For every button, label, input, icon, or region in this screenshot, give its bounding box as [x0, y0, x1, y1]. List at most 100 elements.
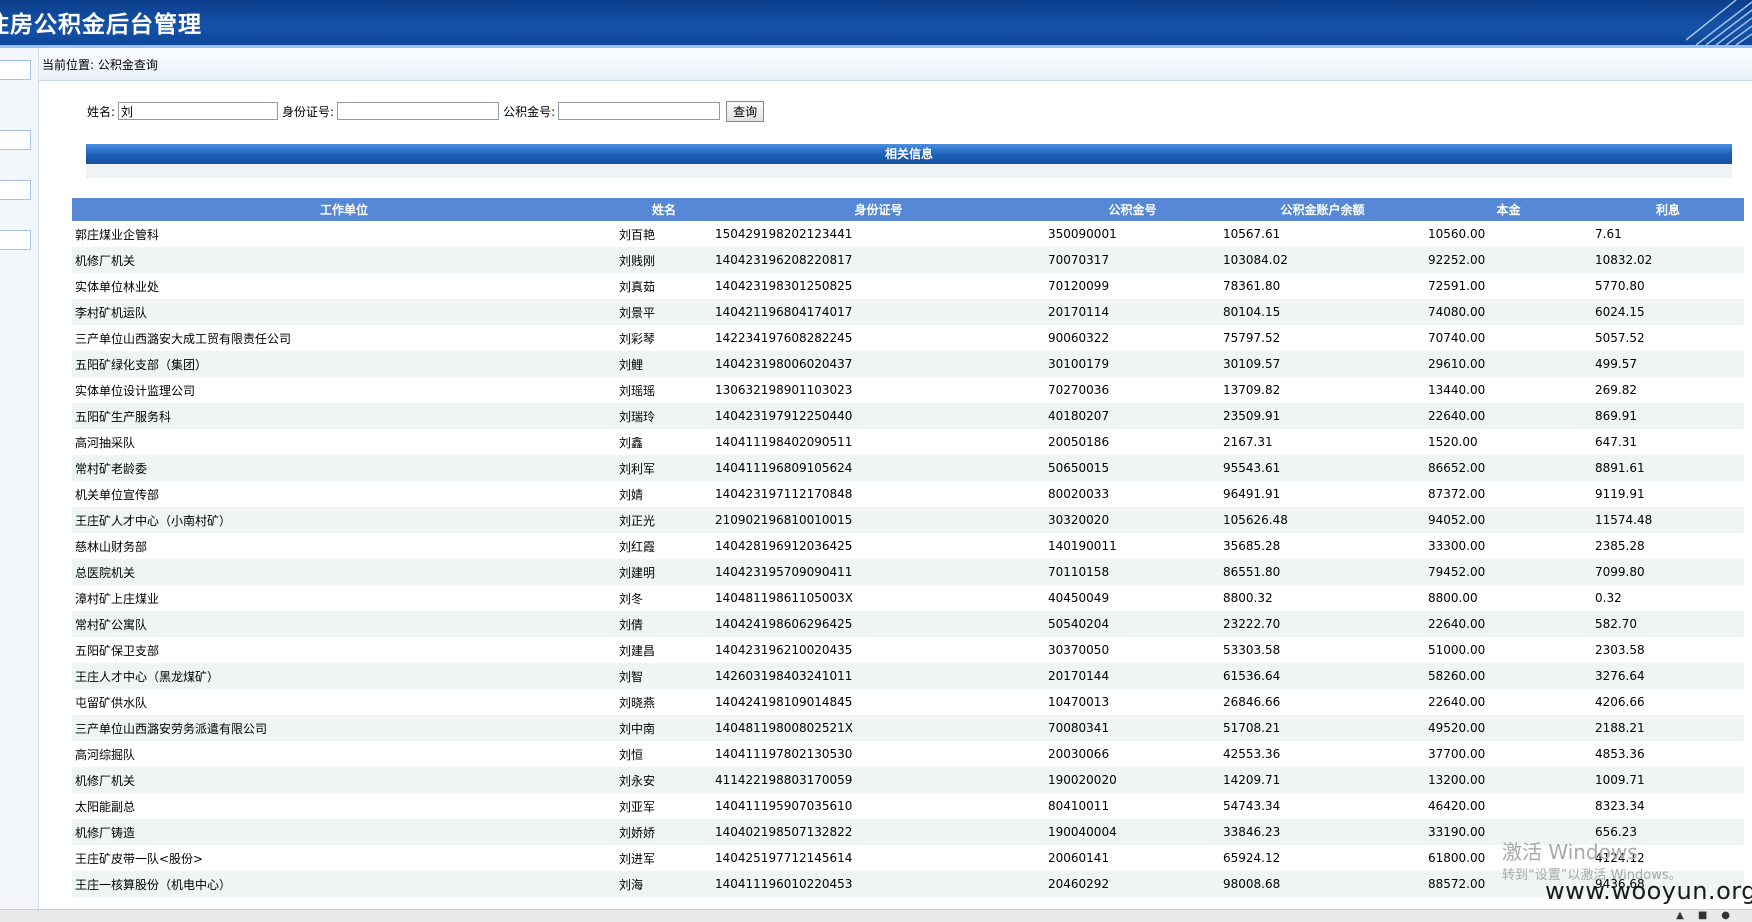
site-watermark: www.wooyun.org — [1545, 877, 1752, 905]
cell-name: 刘中南 — [616, 715, 712, 741]
cell-principal: 72591.00 — [1428, 279, 1486, 293]
table-row: 王庄矿人才中心（小南村矿） 刘正光 210902196810010015 303200… — [72, 507, 1744, 533]
name-input[interactable] — [118, 102, 279, 120]
cell-name: 刘永安 — [616, 767, 712, 793]
cell-work-unit: 机修厂铸造 — [72, 819, 616, 845]
cell-principal: 22640.00 — [1428, 695, 1486, 709]
cell-name: 刘贱刚 — [616, 247, 712, 273]
cell-work-unit: 漳村矿上庄煤业 — [75, 591, 160, 606]
cell-interest: 2303.58 — [1595, 643, 1645, 657]
cell-account-number: 140190011 — [1048, 539, 1117, 553]
cell-work-unit: 五阳矿绿化支部（集团） — [72, 351, 616, 377]
cell-balance: 86551.80 — [1220, 559, 1425, 585]
cell-balance: 42553.36 — [1223, 747, 1281, 761]
id-number-input[interactable] — [337, 102, 500, 120]
account-number-input[interactable] — [558, 102, 721, 120]
cell-interest: 0.32 — [1595, 591, 1622, 605]
cell-balance: 13709.82 — [1223, 383, 1281, 397]
cell-account-number: 20460292 — [1045, 871, 1220, 897]
cell-id-number: 140411196809105624 — [712, 455, 1045, 481]
cell-interest: 2385.28 — [1595, 539, 1645, 553]
table-row: 机修厂机关 刘永安 411422198803170059 190020020 14209… — [72, 767, 1744, 793]
cell-balance: 80104.15 — [1220, 299, 1425, 325]
cell-work-unit: 屯留矿供水队 — [75, 695, 148, 710]
network-icon[interactable]: ■ — [1698, 910, 1707, 921]
corner-decoration — [1686, 0, 1752, 45]
app-title: 住房公积金后台管理 — [0, 11, 202, 38]
cell-name: 刘建明 — [616, 559, 712, 585]
cell-balance: 103084.02 — [1220, 247, 1425, 273]
cell-work-unit: 机修厂机关 — [72, 247, 616, 273]
cell-work-unit: 五阳矿生产服务科 — [72, 403, 616, 429]
cell-balance: 53303.58 — [1223, 643, 1281, 657]
table-header-row: 工作单位 姓名 身份证号 公积金号 公积金账户余额 本金 利息 — [72, 198, 1744, 221]
cell-account-number: 70120099 — [1048, 279, 1110, 293]
cell-account-number: 50650015 — [1045, 455, 1220, 481]
column-header-principal: 本金 — [1425, 198, 1592, 221]
column-header-balance: 公积金账户余额 — [1220, 198, 1425, 221]
column-header-name: 姓名 — [616, 198, 712, 221]
cell-account-number: 90060322 — [1048, 331, 1110, 345]
cell-principal: 22640.00 — [1425, 403, 1592, 429]
cell-principal: 1520.00 — [1428, 435, 1478, 449]
cell-account-number: 80410011 — [1048, 799, 1110, 813]
cell-balance: 23222.70 — [1220, 611, 1425, 637]
cell-work-unit: 机关单位宣传部 — [75, 487, 160, 502]
cell-account-number: 70070317 — [1045, 247, 1220, 273]
cell-id-number: 140428196912036425 — [715, 539, 853, 553]
cell-interest: 582.70 — [1592, 611, 1744, 637]
cell-work-unit: 李村矿机运队 — [72, 299, 616, 325]
cell-id-number: 14048119800802521X — [712, 715, 1045, 741]
cell-account-number: 70270036 — [1048, 383, 1110, 397]
notification-icon[interactable]: ● — [1721, 910, 1730, 921]
cell-balance: 78361.80 — [1223, 279, 1281, 293]
cell-id-number: 130632198901103023 — [715, 383, 853, 397]
cell-name: 刘瑞玲 — [616, 403, 712, 429]
cell-account-number: 20050186 — [1048, 435, 1110, 449]
volume-icon[interactable]: ▲ — [1676, 910, 1684, 921]
table-row: 总医院机关 刘建明 140423195709090411 70110158 86551.… — [72, 559, 1744, 585]
cell-principal: 46420.00 — [1428, 799, 1486, 813]
query-button[interactable]: 查询 — [726, 100, 765, 122]
cell-name: 刘智 — [616, 663, 712, 689]
cell-interest: 4206.66 — [1595, 695, 1645, 709]
cell-id-number: 140423198006020437 — [712, 351, 1045, 377]
sidebar-tab-2[interactable] — [0, 130, 31, 150]
cell-account-number: 20170114 — [1045, 299, 1220, 325]
column-header-id-number: 身份证号 — [712, 198, 1045, 221]
cell-name: 刘真茹 — [619, 279, 656, 294]
cell-id-number: 140411197802130530 — [715, 747, 853, 761]
column-header-work-unit: 工作单位 — [72, 198, 616, 221]
cell-account-number: 10470013 — [1048, 695, 1110, 709]
tray-icons: ▲ ■ ● — [1676, 910, 1730, 921]
table-row: 实体单位设计监理公司 刘瑶瑶 130632198901103023 70270036 1… — [72, 377, 1744, 403]
table-row: 慈林山财务部 刘红霞 140428196912036425 140190011 3568… — [72, 533, 1744, 559]
account-number-label: 公积金号: — [503, 104, 556, 119]
sidebar-tab-3[interactable] — [0, 180, 31, 200]
cell-interest: 1009.71 — [1592, 767, 1744, 793]
cell-interest: 10832.02 — [1592, 247, 1744, 273]
cell-id-number: 140423195709090411 — [712, 559, 1045, 585]
cell-principal: 22640.00 — [1425, 611, 1592, 637]
cell-work-unit: 王庄矿皮带一队<股份> — [75, 851, 204, 866]
cell-balance: 23509.91 — [1220, 403, 1425, 429]
cell-interest: 499.57 — [1592, 351, 1744, 377]
cell-balance: 105626.48 — [1220, 507, 1425, 533]
cell-name: 刘鑫 — [619, 435, 644, 450]
cell-id-number: 140425197712145614 — [715, 851, 853, 865]
cell-account-number: 70080341 — [1045, 715, 1220, 741]
sidebar-tab-4[interactable] — [0, 230, 31, 250]
table-row: 三产单位山西潞安劳务派遣有限公司 刘中南 14048119800802521X 700… — [72, 715, 1744, 741]
cell-principal: 94052.00 — [1425, 507, 1592, 533]
cell-name: 刘正光 — [616, 507, 712, 533]
cell-name: 刘鲤 — [616, 351, 712, 377]
cell-account-number: 190040004 — [1045, 819, 1220, 845]
cell-name: 刘海 — [616, 871, 712, 897]
sidebar-tab-1[interactable] — [0, 60, 31, 80]
cell-name: 刘建昌 — [619, 643, 656, 658]
table-row: 王庄矿皮带一队<股份> 刘进军 140425197712145614 20060141… — [72, 845, 1744, 871]
table-row: 机关单位宣传部 刘婧 140423197112170848 80020033 96491… — [72, 481, 1744, 507]
cell-interest: 8891.61 — [1592, 455, 1744, 481]
cell-interest: 5057.52 — [1595, 331, 1645, 345]
cell-account-number: 50540204 — [1045, 611, 1220, 637]
